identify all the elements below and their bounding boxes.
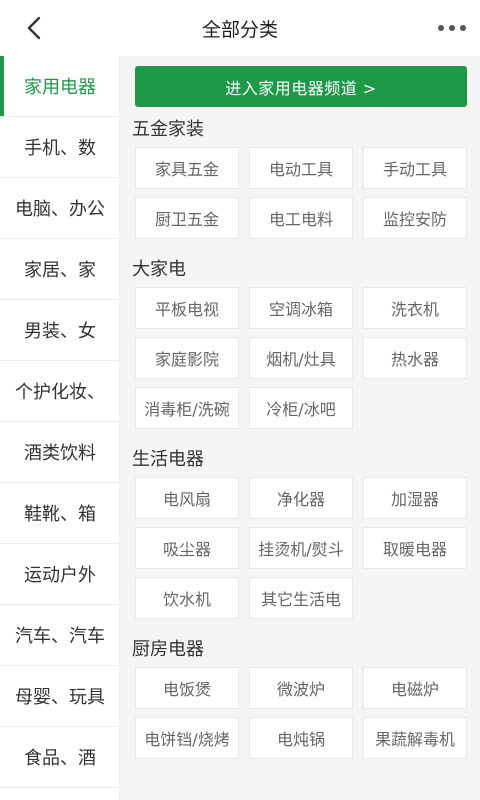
more-dots-icon xyxy=(438,25,466,31)
section-title: 厨房电器 xyxy=(132,639,204,660)
subcategory-item[interactable]: 平板电视 xyxy=(135,287,239,329)
enter-channel-button[interactable]: 进入家用电器频道 > xyxy=(135,66,467,107)
subcategory-item[interactable]: 热水器 xyxy=(363,337,467,379)
subcategory-item[interactable]: 烟机/灶具 xyxy=(249,337,353,379)
subcategory-grid: 家具五金 电动工具 手动工具 厨卫五金 电工电料 监控安防 xyxy=(132,147,472,247)
section-title: 五金家装 xyxy=(132,119,204,140)
sidebar-item-auto[interactable]: 汽车、汽车 xyxy=(0,605,119,666)
chevron-left-icon xyxy=(27,16,41,40)
subcategory-item[interactable]: 电磁炉 xyxy=(363,667,467,709)
sidebar-item-appliances[interactable]: 家用电器 xyxy=(0,56,119,117)
subcategory-item[interactable]: 家具五金 xyxy=(135,147,239,189)
subcategory-item[interactable]: 取暖电器 xyxy=(363,527,467,569)
sidebar-item-sports[interactable]: 运动户外 xyxy=(0,544,119,605)
sidebar-item-home[interactable]: 家居、家 xyxy=(0,239,119,300)
sidebar-item-baby-toys[interactable]: 母婴、玩具 xyxy=(0,666,119,727)
sidebar-item-personal-care[interactable]: 个护化妆、 xyxy=(0,361,119,422)
subcategory-item[interactable]: 饮水机 xyxy=(135,577,239,619)
top-bar: 全部分类 xyxy=(0,0,480,56)
subcategory-item[interactable]: 挂烫机/熨斗 xyxy=(249,527,353,569)
sidebar-item-computers[interactable]: 电脑、办公 xyxy=(0,178,119,239)
subcategory-item[interactable]: 家庭影院 xyxy=(135,337,239,379)
subcategory-item[interactable]: 电动工具 xyxy=(249,147,353,189)
sidebar-item-food[interactable]: 食品、酒 xyxy=(0,727,119,788)
subcategory-item[interactable]: 吸尘器 xyxy=(135,527,239,569)
subcategory-item[interactable]: 果蔬解毒机 xyxy=(363,717,467,759)
subcategory-grid: 电风扇 净化器 加湿器 吸尘器 挂烫机/熨斗 取暖电器 饮水机 其它生活电 xyxy=(132,477,472,627)
subcategory-item[interactable]: 微波炉 xyxy=(249,667,353,709)
subcategory-item[interactable]: 厨卫五金 xyxy=(135,197,239,239)
section-title: 大家电 xyxy=(132,259,186,280)
category-content: 进入家用电器频道 > 五金家装 家具五金 电动工具 手动工具 厨卫五金 电工电料… xyxy=(120,56,480,800)
subcategory-item[interactable]: 消毒柜/洗碗 xyxy=(135,387,239,429)
subcategory-grid: 平板电视 空调冰箱 洗衣机 家庭影院 烟机/灶具 热水器 消毒柜/洗碗 冷柜/冰… xyxy=(132,287,472,437)
subcategory-item[interactable]: 电炖锅 xyxy=(249,717,353,759)
sidebar-item-clothing[interactable]: 男装、女 xyxy=(0,300,119,361)
subcategory-item[interactable]: 其它生活电 xyxy=(249,577,353,619)
category-sidebar: 家用电器 手机、数 电脑、办公 家居、家 男装、女 个护化妆、 酒类饮料 鞋靴、… xyxy=(0,56,120,800)
subcategory-item[interactable]: 空调冰箱 xyxy=(249,287,353,329)
subcategory-grid: 电饭煲 微波炉 电磁炉 电饼铛/烧烤 电炖锅 果蔬解毒机 xyxy=(132,667,472,767)
subcategory-item[interactable]: 电工电料 xyxy=(249,197,353,239)
subcategory-item[interactable]: 电饼铛/烧烤 xyxy=(135,717,239,759)
subcategory-item[interactable]: 电饭煲 xyxy=(135,667,239,709)
more-button[interactable] xyxy=(434,12,470,44)
subcategory-item[interactable]: 加湿器 xyxy=(363,477,467,519)
subcategory-item[interactable]: 监控安防 xyxy=(363,197,467,239)
subcategory-item[interactable]: 洗衣机 xyxy=(363,287,467,329)
subcategory-item[interactable]: 手动工具 xyxy=(363,147,467,189)
subcategory-item[interactable]: 电风扇 xyxy=(135,477,239,519)
section-title: 生活电器 xyxy=(132,449,204,470)
subcategory-item[interactable]: 冷柜/冰吧 xyxy=(249,387,353,429)
sidebar-item-beverages[interactable]: 酒类饮料 xyxy=(0,422,119,483)
subcategory-item[interactable]: 净化器 xyxy=(249,477,353,519)
sidebar-item-shoes-bags[interactable]: 鞋靴、箱 xyxy=(0,483,119,544)
back-button[interactable] xyxy=(18,12,50,44)
page-title: 全部分类 xyxy=(201,18,278,41)
sidebar-item-phones[interactable]: 手机、数 xyxy=(0,117,119,178)
